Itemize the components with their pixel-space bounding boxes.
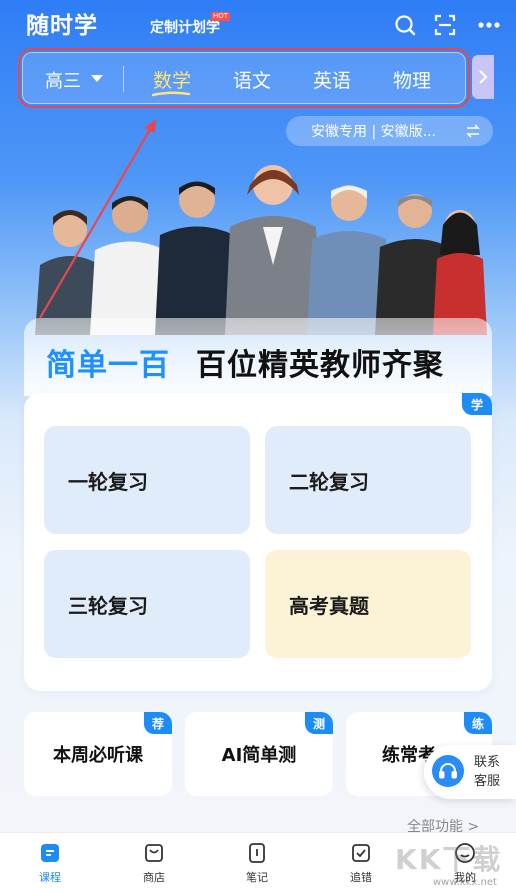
more-icon[interactable] <box>476 12 502 38</box>
nav-label: 课程 <box>39 871 61 884</box>
nav-label: 追错 <box>350 871 372 884</box>
nav-shop[interactable]: 商店 <box>124 841 184 885</box>
mistakes-icon <box>352 844 370 862</box>
tab-english[interactable]: 英语 <box>313 66 351 93</box>
region-label: 安徽专用 | 安徽版... <box>311 124 436 140</box>
banner-brand: 简单一百 <box>46 348 170 383</box>
region-selector[interactable]: 安徽专用 | 安徽版... <box>286 116 493 146</box>
divider <box>123 66 124 92</box>
practice-badge: 练 <box>464 712 492 734</box>
nav-notes[interactable]: 笔记 <box>227 841 287 885</box>
grade-selector[interactable]: 高三 <box>45 67 81 93</box>
quick-link-weekly-lesson[interactable]: 本周必听课 荐 <box>24 712 172 796</box>
nav-label: 商店 <box>143 871 165 884</box>
tile-first-review[interactable]: 一轮复习 <box>44 426 250 534</box>
teachers-photo <box>35 165 487 335</box>
headset-icon <box>432 755 464 787</box>
tile-third-review[interactable]: 三轮复习 <box>44 550 250 658</box>
swap-icon <box>466 124 480 138</box>
banner[interactable]: 简单一百 百位精英教师齐聚 <box>24 318 492 396</box>
watermark-url: www.kkx.net <box>433 877 497 888</box>
active-tab-underline <box>151 91 191 97</box>
banner-slogan: 百位精英教师齐聚 <box>196 348 444 383</box>
quick-link-label: 本周必听课 <box>53 745 143 766</box>
custom-plan-link[interactable]: 定制计划学 <box>150 17 220 37</box>
tile-past-exams[interactable]: 高考真题 <box>265 550 471 658</box>
test-badge: 测 <box>305 712 333 734</box>
nav-course[interactable]: 课程 <box>20 841 80 885</box>
scan-icon[interactable] <box>432 12 458 38</box>
chevron-right-icon <box>479 70 488 84</box>
section-badge: 学 <box>462 393 492 415</box>
notes-icon <box>249 843 265 863</box>
top-bar: 随时学 定制计划学 HOT <box>0 0 516 48</box>
contact-service-button[interactable]: 联系 客服 <box>424 745 516 799</box>
quick-link-label: AI简单测 <box>221 745 297 766</box>
app-title: 随时学 <box>26 13 98 39</box>
watermark: KK下载 <box>395 843 503 876</box>
search-icon[interactable] <box>392 12 418 38</box>
tab-math[interactable]: 数学 <box>153 66 191 93</box>
nav-mistakes[interactable]: 追错 <box>331 841 391 885</box>
subject-bar: 高三 数学 语文 英语 物理 <box>18 48 470 108</box>
contact-line2: 客服 <box>474 774 501 789</box>
caret-down-icon[interactable] <box>91 75 103 82</box>
tab-chinese[interactable]: 语文 <box>233 66 271 93</box>
tab-physics[interactable]: 物理 <box>393 66 431 93</box>
recommend-badge: 荐 <box>144 712 172 734</box>
hot-badge: HOT <box>211 12 231 21</box>
tile-second-review[interactable]: 二轮复习 <box>265 426 471 534</box>
more-subjects-button[interactable] <box>472 55 494 99</box>
course-icon <box>41 844 59 862</box>
contact-line1: 联系 <box>474 755 501 770</box>
nav-label: 笔记 <box>246 871 268 884</box>
review-section: 学 一轮复习 二轮复习 三轮复习 高考真题 <box>24 393 492 691</box>
quick-link-ai-test[interactable]: AI简单测 测 <box>185 712 333 796</box>
shop-icon <box>145 844 163 862</box>
